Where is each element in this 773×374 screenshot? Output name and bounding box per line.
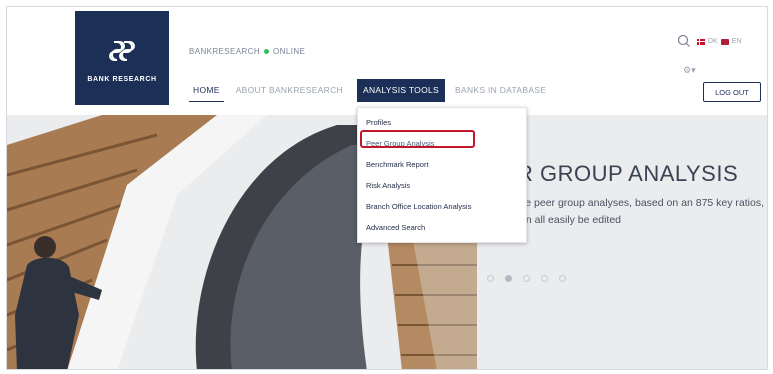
online-status-dot bbox=[264, 49, 270, 54]
main-nav: HOME ABOUT BANKRESEARCH ANALYSIS TOOLS B… bbox=[189, 79, 552, 102]
nav-home[interactable]: HOME bbox=[189, 79, 224, 102]
menu-item-branch-office-location-analysis[interactable]: Branch Office Location Analysis bbox=[358, 196, 526, 217]
nav-about-bankresearch[interactable]: ABOUT BANKRESEARCH bbox=[230, 79, 349, 102]
brand-status-line: BANKRESEARCH ONLINE bbox=[189, 47, 305, 56]
carousel-dot[interactable] bbox=[559, 275, 566, 282]
online-status-text: ONLINE bbox=[273, 47, 306, 56]
logo-text: BANK RESEARCH bbox=[87, 75, 157, 83]
bank-logo-icon bbox=[109, 40, 135, 61]
menu-item-benchmark-report[interactable]: Benchmark Report bbox=[358, 154, 526, 175]
denmark-flag-icon[interactable] bbox=[697, 38, 705, 45]
nav-analysis-tools[interactable]: ANALYSIS TOOLS bbox=[356, 79, 445, 102]
bank-research-logo[interactable]: BANK RESEARCH bbox=[75, 11, 169, 105]
page-frame: BANK RESEARCH BANKRESEARCH ONLINE HOME A… bbox=[6, 6, 768, 370]
gear-icon[interactable]: ⚙▾ bbox=[683, 65, 696, 76]
brand-name: BANKRESEARCH bbox=[189, 47, 261, 56]
uk-flag-icon[interactable] bbox=[720, 38, 729, 45]
carousel-indicators bbox=[487, 275, 566, 282]
lang-en[interactable]: EN bbox=[732, 38, 742, 45]
logout-button[interactable]: LOG OUT bbox=[703, 82, 761, 102]
carousel-dot-active[interactable] bbox=[505, 275, 512, 282]
menu-item-risk-analysis[interactable]: Risk Analysis bbox=[358, 175, 526, 196]
carousel-dot[interactable] bbox=[541, 275, 548, 282]
hero-title: R GROUP ANALYSIS bbox=[517, 161, 739, 186]
language-switcher: DK EN bbox=[697, 38, 741, 45]
hero-description: ailormade peer group analyses, based on … bbox=[485, 197, 765, 226]
nav-banks-in-database[interactable]: BANKS IN DATABASE bbox=[449, 79, 552, 102]
carousel-dot[interactable] bbox=[523, 275, 530, 282]
carousel-dot[interactable] bbox=[487, 275, 494, 282]
menu-item-advanced-search[interactable]: Advanced Search bbox=[358, 217, 526, 238]
analysis-tools-dropdown: Profiles Peer Group Analysis Benchmark R… bbox=[357, 107, 527, 243]
highlight-box bbox=[360, 130, 475, 148]
lang-dk[interactable]: DK bbox=[708, 38, 718, 45]
search-icon[interactable] bbox=[677, 34, 691, 48]
